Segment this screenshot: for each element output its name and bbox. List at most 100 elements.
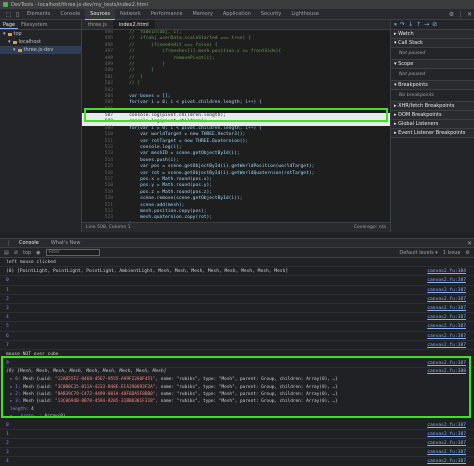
issues-badge[interactable]: 1 Issue	[443, 250, 461, 256]
tree-item[interactable]: ▾ top	[0, 30, 81, 38]
source-link[interactable]: canvas2.fu:387	[427, 276, 466, 285]
tab-security[interactable]: Security	[256, 9, 287, 20]
source-link[interactable]: canvas2.fu:387	[427, 359, 466, 368]
deactivate-icon[interactable]: ⊘	[432, 21, 437, 28]
source-link[interactable]: canvas2.fu:387	[427, 295, 466, 304]
debugger-section-header[interactable]: ▸ DOM Breakpoints	[391, 111, 474, 120]
drawer-tab[interactable]: Console	[13, 238, 45, 249]
source-link[interactable]: canvas2.fu:387	[427, 341, 466, 350]
pause-icon[interactable]: ⏸	[394, 21, 397, 29]
step-icon[interactable]: →	[424, 21, 429, 28]
source-link[interactable]: canvas2.fu:387	[427, 421, 466, 430]
drawer-tab[interactable]: What's New	[45, 238, 87, 249]
source-link[interactable]: canvas2.fu:387	[427, 322, 466, 331]
source-link[interactable]: canvas2.fu:387	[427, 313, 466, 322]
console-message: 0 canvas2.fu:387	[0, 276, 474, 286]
drawer-menu-icon[interactable]: ⋮	[4, 240, 13, 247]
array-entry-key: ▸ 0:	[10, 377, 24, 383]
source-link[interactable]: canvas2.fu:387	[427, 304, 466, 313]
window-title: DevTools - localhost/three.js-dev/my_tes…	[11, 1, 148, 8]
array-entry[interactable]: ▸ 1: Mesh {uuid: "3C0B0C35-811A-4233-B48…	[0, 384, 474, 391]
expand-arrow-icon[interactable]: ▾	[3, 30, 6, 38]
console-message-text: 3	[6, 450, 9, 456]
tab-application[interactable]: Application	[218, 9, 256, 20]
tab-performance[interactable]: Performance	[146, 9, 188, 20]
code-area[interactable]: 494 // fadeIn(obj, 1); 495 // if(obj.user…	[82, 30, 390, 222]
folder-icon	[7, 32, 12, 36]
console-message: 1 canvas2.fu:387	[0, 430, 474, 439]
tab-console[interactable]: Console	[55, 9, 85, 20]
tab-network[interactable]: Network	[115, 9, 146, 20]
clear-console-icon[interactable]: ⊘	[14, 250, 18, 256]
console-message-text: 7	[6, 342, 9, 348]
array-entry[interactable]: length: 4	[0, 406, 474, 413]
code-text: mesh.quaternion.copy(rot);	[118, 215, 213, 221]
array-entry-uuid: "12AB55F2-0468-4567-9555-A99F2260F451"	[54, 377, 156, 383]
console-message: 2 canvas2.fu:387	[0, 295, 474, 304]
source-link[interactable]: canvas2.fu:387	[427, 332, 466, 341]
debugger-section-header[interactable]: ▸ Watch	[391, 30, 474, 39]
array-entry-rest: , name: "rubiks", type: "Mesh", parent: …	[155, 377, 338, 383]
step-into-icon[interactable]: ↓	[408, 21, 413, 28]
array-entry[interactable]: ▸ 0: Mesh {uuid: "12AB55F2-0468-4567-955…	[0, 376, 474, 383]
step-out-icon[interactable]: ↑	[416, 21, 421, 28]
tab-sources[interactable]: Sources	[85, 8, 115, 20]
file-navigator: Page Filesystem ▾ top ▾ localhost ▾ three.js-d…	[0, 20, 82, 232]
tab-memory[interactable]: Memory	[188, 9, 218, 20]
console-message-text: 6	[6, 333, 9, 339]
debugger-section-header[interactable]: ▾ Call Stack	[391, 39, 474, 48]
close-drawer-icon[interactable]: ✕	[465, 240, 474, 247]
array-entry[interactable]: ▸ 2: Mesh {uuid: "8AB39C79-C472-4499-801…	[0, 391, 474, 398]
array-entry-text: Mesh {uuid:	[23, 384, 55, 390]
expand-arrow-icon[interactable]: ▾	[13, 46, 16, 54]
editor-tab[interactable]: index2.html	[112, 20, 155, 29]
context-selector[interactable]: top	[23, 250, 31, 256]
editor-tab[interactable]: three.js	[82, 20, 113, 29]
array-log-header[interactable]: (9) [Mesh, Mesh, Mesh, Mesh, Mesh, Mesh,…	[0, 368, 474, 376]
console-message: 0 canvas2.fu:387	[0, 421, 474, 430]
debugger-section-header[interactable]: ▾ Breakpoints	[391, 81, 474, 90]
source-link[interactable]: canvas2.fu:387	[427, 448, 466, 457]
sidebar-toggle-icon[interactable]: ▤	[4, 250, 9, 256]
navigator-tab-filesystem[interactable]: Filesystem	[18, 20, 50, 29]
array-entry[interactable]: ▸ 3: Mesh {uuid: "13C0694B-8B70-4594-828…	[0, 398, 474, 405]
device-toolbar-icon[interactable]: ▯	[13, 11, 22, 18]
more-options-icon[interactable]: ⋮	[456, 11, 465, 18]
tab-lighthouse[interactable]: Lighthouse	[286, 9, 324, 20]
source-link[interactable]: canvas2.fu:387	[427, 286, 466, 295]
tab-elements[interactable]: Elements	[22, 9, 55, 20]
live-expression-icon[interactable]: ◉	[36, 250, 40, 256]
console-message-text: 5	[6, 324, 9, 330]
inspect-element-icon[interactable]: ⬚	[4, 11, 13, 18]
close-icon[interactable]: ✕	[465, 11, 474, 18]
debugger-section-header[interactable]: ▸ XHR/fetch Breakpoints	[391, 102, 474, 111]
source-link[interactable]: canvas2.fu:387	[427, 457, 466, 466]
step-over-icon[interactable]: ↷	[400, 21, 405, 28]
source-link[interactable]: canvas2.fu:388	[427, 368, 466, 376]
expand-arrow-icon[interactable]: ▾	[8, 38, 11, 46]
debugger-section-header[interactable]: ▾ Scope	[391, 60, 474, 69]
editor-tabs: three.js index2.html	[82, 20, 390, 30]
array-entry-key: length:	[10, 406, 32, 412]
drawer-tabs: Console What's New	[13, 238, 86, 249]
tree-item[interactable]: ▾ localhost	[0, 38, 81, 46]
tree-item[interactable]: ▾ three.js-dev	[0, 46, 81, 54]
drawer-tabbar: ⋮ Console What's New ✕	[0, 238, 474, 249]
source-link[interactable]: canvas2.fu:387	[427, 439, 466, 448]
debugger-section-header[interactable]: ▸ Event Listener Breakpoints	[391, 129, 474, 138]
array-entry-rest: , name: "rubiks", type: "Mesh", parent: …	[155, 392, 338, 398]
source-link[interactable]: canvas2.fu:384	[427, 267, 466, 276]
console-settings-icon[interactable]: ⚙	[466, 250, 470, 256]
log-levels-dropdown[interactable]: Default levels ▾	[399, 250, 437, 256]
array-entry-uuid: "3C0B0C35-811A-4233-B48E-ECA290693F2A"	[54, 384, 156, 390]
debugger-section-header[interactable]: ▸ Global Listeners	[391, 120, 474, 129]
editor-status-bar: Line 508, Column 1 Coverage: n/a	[82, 222, 390, 232]
navigator-tab-page[interactable]: Page	[0, 20, 19, 29]
console-message-text: 3	[6, 305, 9, 311]
source-link[interactable]: canvas2.fu:387	[427, 430, 466, 439]
array-entry[interactable]: ▸ __proto__: Array(0)	[0, 413, 474, 420]
console-filter-input[interactable]: Filter	[45, 249, 100, 256]
array-entry-text: Array(0)	[44, 414, 66, 420]
settings-icon[interactable]: ⚙	[447, 11, 456, 18]
console-message-text: 2	[6, 296, 9, 302]
